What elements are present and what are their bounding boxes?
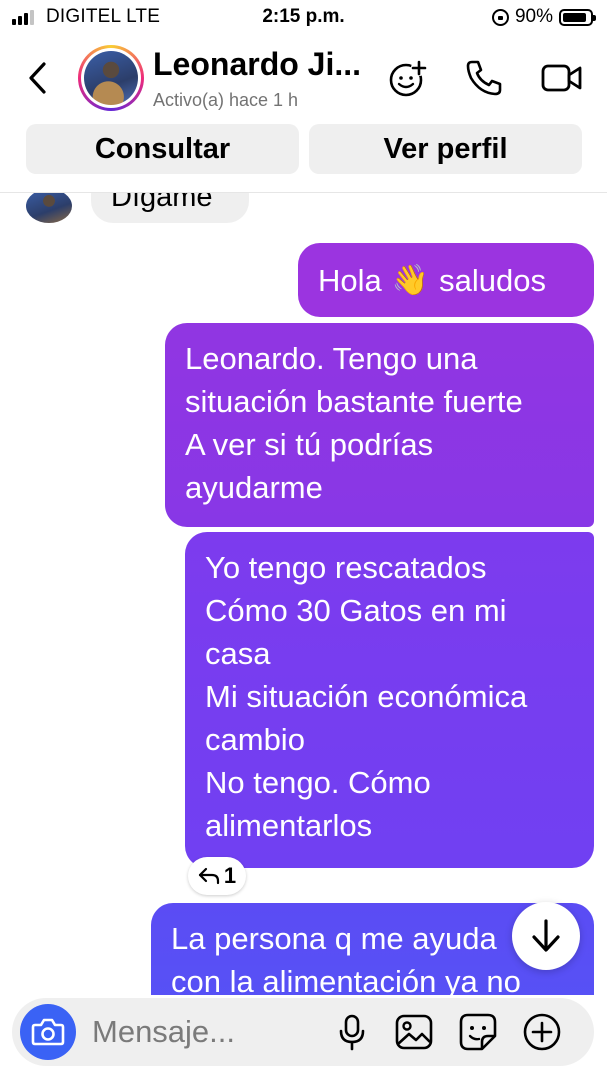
message-list[interactable]: Dígame Hola 👋 saludos Leonardo. Tengo un… bbox=[0, 193, 607, 995]
incoming-message[interactable]: Dígame bbox=[91, 193, 249, 223]
view-profile-button[interactable]: Ver perfil bbox=[309, 124, 582, 174]
outgoing-message[interactable]: Yo tengo rescatados Cómo 30 Gatos en mi … bbox=[185, 532, 594, 868]
scroll-to-bottom-button[interactable] bbox=[512, 902, 580, 970]
contact-name[interactable]: Leonardo Ji... bbox=[153, 46, 378, 83]
chat-header: Leonardo Ji... Activo(a) hace 1 h bbox=[0, 40, 607, 116]
contact-activity-status: Activo(a) hace 1 h bbox=[153, 90, 299, 110]
camera-icon bbox=[31, 1018, 65, 1046]
avatar[interactable] bbox=[78, 45, 144, 111]
reply-count-badge[interactable]: 1 bbox=[188, 857, 246, 895]
plus-icon[interactable] bbox=[522, 1012, 562, 1052]
consult-button[interactable]: Consultar bbox=[26, 124, 299, 174]
back-icon[interactable] bbox=[22, 58, 56, 98]
battery-percent: 90% bbox=[514, 6, 553, 27]
outgoing-message[interactable]: Hola 👋 saludos bbox=[298, 243, 594, 317]
waving-hand-emoji: 👋 bbox=[391, 263, 430, 297]
camera-button[interactable] bbox=[20, 1004, 76, 1060]
message-input[interactable] bbox=[92, 1011, 322, 1053]
message-composer bbox=[12, 998, 594, 1066]
orientation-lock-icon bbox=[491, 8, 509, 26]
add-effect-icon[interactable] bbox=[386, 56, 430, 100]
video-icon[interactable] bbox=[540, 56, 584, 100]
reply-icon bbox=[198, 867, 219, 885]
outgoing-message[interactable]: Leonardo. Tengo una situación bastante f… bbox=[165, 323, 594, 527]
battery-icon bbox=[559, 8, 596, 26]
phone-icon[interactable] bbox=[462, 56, 506, 100]
arrow-down-icon bbox=[532, 919, 560, 952]
gallery-icon[interactable] bbox=[394, 1012, 434, 1052]
status-bar: DIGITEL LTE 2:15 p.m. 90% bbox=[0, 0, 607, 34]
sticker-icon[interactable] bbox=[458, 1012, 498, 1052]
profile-actions: Consultar Ver perfil bbox=[26, 124, 582, 174]
sender-avatar[interactable] bbox=[26, 193, 72, 223]
avatar-photo bbox=[84, 51, 138, 105]
microphone-icon[interactable] bbox=[332, 1012, 372, 1052]
